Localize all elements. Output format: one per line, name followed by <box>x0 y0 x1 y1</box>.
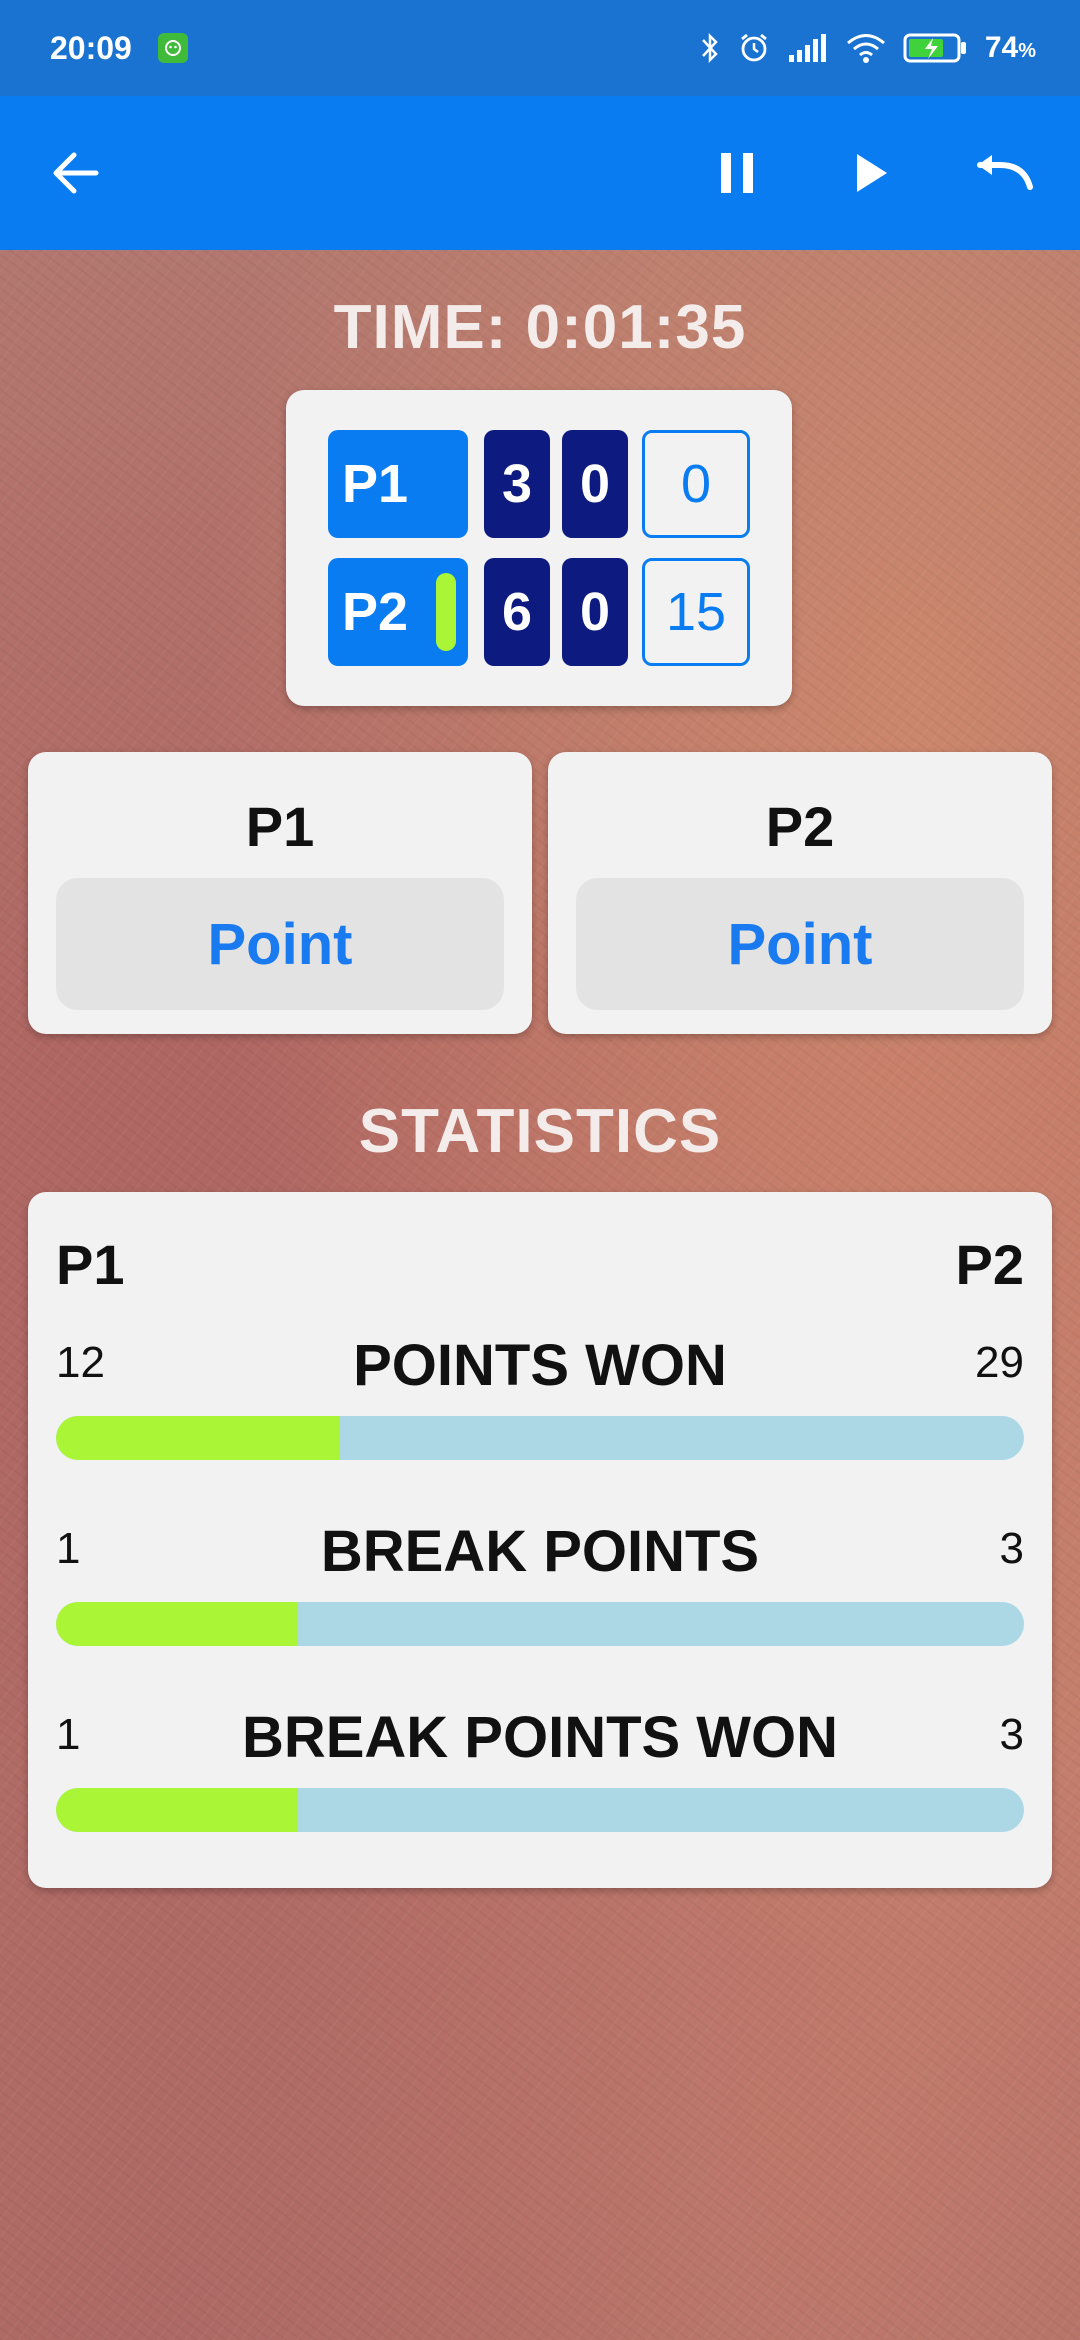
play-button[interactable] <box>826 128 916 218</box>
p2-point-button[interactable]: Point <box>576 878 1024 1010</box>
wifi-icon <box>845 32 887 64</box>
match-timer: TIME: 0:01:35 <box>333 293 747 362</box>
stat-row-break-points-won: 1 BREAK POINTS WON 3 <box>28 1704 1052 1854</box>
stat-bar-p1-fill <box>56 1602 298 1646</box>
pause-button[interactable] <box>692 128 782 218</box>
alarm-icon <box>737 31 771 65</box>
stat-label: BREAK POINTS WON <box>241 1705 839 1770</box>
stat-label: BREAK POINTS <box>320 1519 760 1584</box>
app-notification-icon <box>157 33 188 63</box>
stat-right-value: 29 <box>975 1338 1024 1387</box>
back-arrow-icon <box>53 152 99 194</box>
bluetooth-icon <box>699 31 721 65</box>
status-bar: 20:09 74% <box>0 0 1080 96</box>
battery-percent-value: 74 <box>984 31 1019 64</box>
battery-percent-unit: % <box>1018 40 1036 62</box>
battery-charging-icon <box>903 32 969 64</box>
back-button[interactable] <box>30 128 120 218</box>
statistics-title: STATISTICS <box>358 1097 722 1166</box>
app-bar <box>0 96 1080 250</box>
stat-bar-p1-fill <box>56 1416 340 1460</box>
p2-point-card: P2 Point <box>548 752 1052 1034</box>
stat-bar <box>56 1602 1024 1646</box>
stat-row-break-points: 1 BREAK POINTS 3 <box>28 1518 1052 1668</box>
scoreboard: P1 3 0 0 P2 6 0 15 <box>286 390 792 706</box>
scoreboard-p1-label: P1 <box>342 454 409 514</box>
stat-label: POINTS WON <box>353 1333 727 1398</box>
statistics-right-player: P2 <box>955 1233 1025 1296</box>
stat-bar <box>56 1416 1024 1460</box>
status-time: 20:09 <box>50 29 132 66</box>
scoreboard-p2-points: 15 <box>642 558 750 666</box>
undo-icon <box>977 155 1033 190</box>
p1-point-button[interactable]: Point <box>56 878 504 1010</box>
p1-point-card-title: P1 <box>245 795 315 858</box>
statistics-card: P1 P2 12 POINTS WON 29 1 BREAK POINTS 3 … <box>28 1192 1052 1888</box>
stat-bar-p1-fill <box>56 1788 298 1832</box>
scoreboard-p2-label: P2 <box>342 582 409 642</box>
stat-row-points-won: 12 POINTS WON 29 <box>28 1332 1052 1482</box>
serve-indicator <box>436 573 456 651</box>
scoreboard-p1-set1: 3 <box>484 430 550 538</box>
play-icon <box>857 154 887 192</box>
scoreboard-p2-set1: 6 <box>484 558 550 666</box>
p2-point-card-title: P2 <box>765 795 835 858</box>
undo-button[interactable] <box>960 128 1050 218</box>
statistics-left-player: P1 <box>56 1233 125 1296</box>
scoreboard-p1-set2: 0 <box>562 430 628 538</box>
stat-right-value: 3 <box>999 1710 1024 1759</box>
battery-percent: 74% <box>985 31 1036 65</box>
pause-icon <box>721 153 753 193</box>
scoreboard-p2-name: P2 <box>328 558 468 666</box>
scoreboard-p1-points: 0 <box>642 430 750 538</box>
scoreboard-p1-name: P1 <box>328 430 468 538</box>
p1-point-card: P1 Point <box>28 752 532 1034</box>
signal-icon <box>787 33 829 63</box>
scoreboard-p2-set2: 0 <box>562 558 628 666</box>
stat-bar <box>56 1788 1024 1832</box>
stat-right-value: 3 <box>999 1524 1024 1573</box>
